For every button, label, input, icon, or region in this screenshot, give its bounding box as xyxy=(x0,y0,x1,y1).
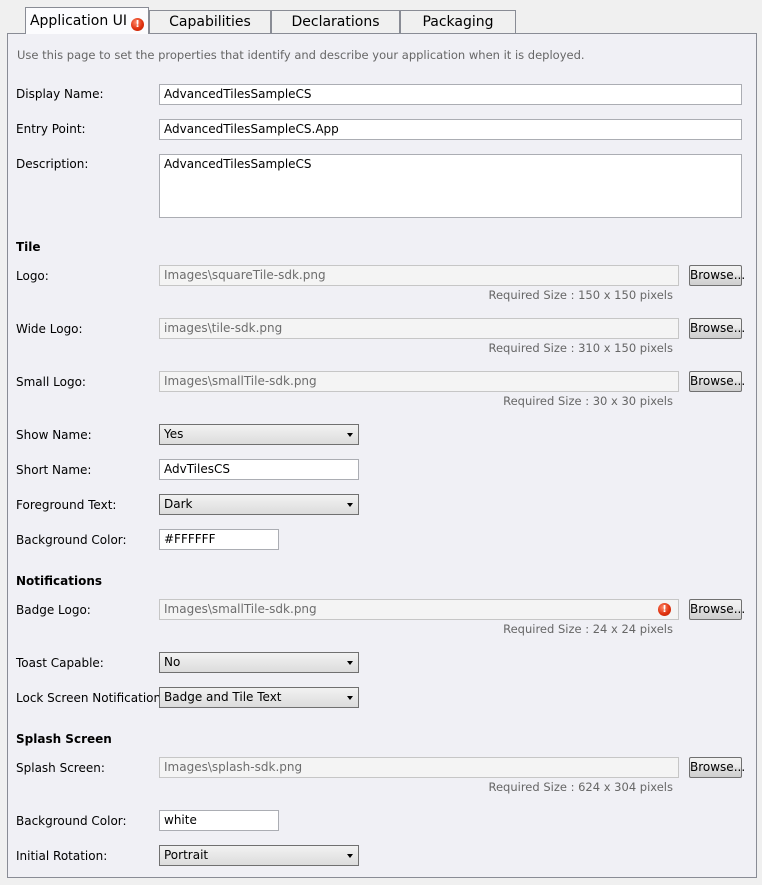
badge-logo-browse-button[interactable]: Browse... xyxy=(689,599,745,620)
toast-capable-dropdown[interactable]: No xyxy=(159,652,359,673)
intro-text: Use this page to set the properties that… xyxy=(17,48,585,62)
initial-rotation-label: Initial Rotation: xyxy=(16,849,108,863)
lock-screen-notifications-dropdown[interactable]: Badge and Tile Text xyxy=(159,687,359,708)
error-icon: ! xyxy=(658,603,671,616)
logo-label: Logo: xyxy=(16,269,49,283)
splash-screen-browse-button[interactable]: Browse... xyxy=(689,757,745,778)
short-name-input[interactable]: AdvTilesCS xyxy=(159,459,359,480)
chevron-down-icon xyxy=(347,433,353,437)
chevron-down-icon xyxy=(347,696,353,700)
badge-logo-required-size: Required Size : 24 x 24 pixels xyxy=(503,622,673,636)
show-name-label: Show Name: xyxy=(16,428,92,442)
dropdown-value: Portrait xyxy=(164,848,209,862)
wide-logo-required-size: Required Size : 310 x 150 pixels xyxy=(488,341,673,355)
section-splash-screen: Splash Screen xyxy=(16,732,112,746)
tab-label: Declarations xyxy=(291,14,380,30)
tab-capabilities[interactable]: Capabilities xyxy=(149,10,271,33)
error-icon: ! xyxy=(131,18,145,31)
tab-label: Application UI xyxy=(29,13,128,29)
badge-logo-value: Images\smallTile-sdk.png xyxy=(164,602,317,616)
logo-input[interactable]: Images\squareTile-sdk.png xyxy=(159,265,679,286)
wide-logo-label: Wide Logo: xyxy=(16,322,83,336)
chevron-down-icon xyxy=(347,661,353,665)
application-ui-panel: Use this page to set the properties that… xyxy=(7,33,757,878)
dropdown-value: No xyxy=(164,655,181,669)
chevron-down-icon xyxy=(347,503,353,507)
description-label: Description: xyxy=(16,157,89,171)
dropdown-value: Badge and Tile Text xyxy=(164,690,282,704)
dropdown-value: Yes xyxy=(164,427,184,441)
foreground-text-dropdown[interactable]: Dark xyxy=(159,494,359,515)
lock-screen-notifications-label: Lock Screen Notifications: xyxy=(16,691,172,705)
toast-capable-label: Toast Capable: xyxy=(16,656,104,670)
display-name-input[interactable]: AdvancedTilesSampleCS xyxy=(159,84,742,105)
wide-logo-browse-button[interactable]: Browse... xyxy=(689,318,745,339)
foreground-text-label: Foreground Text: xyxy=(16,498,117,512)
description-input[interactable]: AdvancedTilesSampleCS xyxy=(159,154,742,218)
small-logo-required-size: Required Size : 30 x 30 pixels xyxy=(503,394,673,408)
splash-background-color-input[interactable]: white xyxy=(159,810,279,831)
display-name-label: Display Name: xyxy=(16,87,104,101)
show-name-dropdown[interactable]: Yes xyxy=(159,424,359,445)
short-name-label: Short Name: xyxy=(16,463,92,477)
small-logo-label: Small Logo: xyxy=(16,375,86,389)
section-notifications: Notifications xyxy=(16,574,103,588)
entry-point-label: Entry Point: xyxy=(16,122,86,136)
small-logo-input[interactable]: Images\smallTile-sdk.png xyxy=(159,371,679,392)
splash-screen-label: Splash Screen: xyxy=(16,761,105,775)
tab-label: Packaging xyxy=(422,14,494,30)
tab-label: Capabilities xyxy=(169,14,251,30)
tile-background-color-input[interactable]: #FFFFFF xyxy=(159,529,279,550)
initial-rotation-dropdown[interactable]: Portrait xyxy=(159,845,359,866)
logo-required-size: Required Size : 150 x 150 pixels xyxy=(488,288,673,302)
splash-screen-input[interactable]: Images\splash-sdk.png xyxy=(159,757,679,778)
badge-logo-label: Badge Logo: xyxy=(16,603,91,617)
small-logo-browse-button[interactable]: Browse... xyxy=(689,371,745,392)
section-tile: Tile xyxy=(16,240,41,254)
badge-logo-input[interactable]: Images\smallTile-sdk.png xyxy=(159,599,679,620)
entry-point-input[interactable]: AdvancedTilesSampleCS.App xyxy=(159,119,742,140)
tile-background-color-label: Background Color: xyxy=(16,533,127,547)
splash-screen-required-size: Required Size : 624 x 304 pixels xyxy=(488,780,673,794)
tab-declarations[interactable]: Declarations xyxy=(271,10,400,33)
logo-browse-button[interactable]: Browse... xyxy=(689,265,745,286)
tab-packaging[interactable]: Packaging xyxy=(400,10,516,33)
dropdown-value: Dark xyxy=(164,497,193,511)
chevron-down-icon xyxy=(347,854,353,858)
tab-application-ui[interactable]: Application UI! xyxy=(25,7,149,34)
splash-background-color-label: Background Color: xyxy=(16,814,127,828)
wide-logo-input[interactable]: images\tile-sdk.png xyxy=(159,318,679,339)
